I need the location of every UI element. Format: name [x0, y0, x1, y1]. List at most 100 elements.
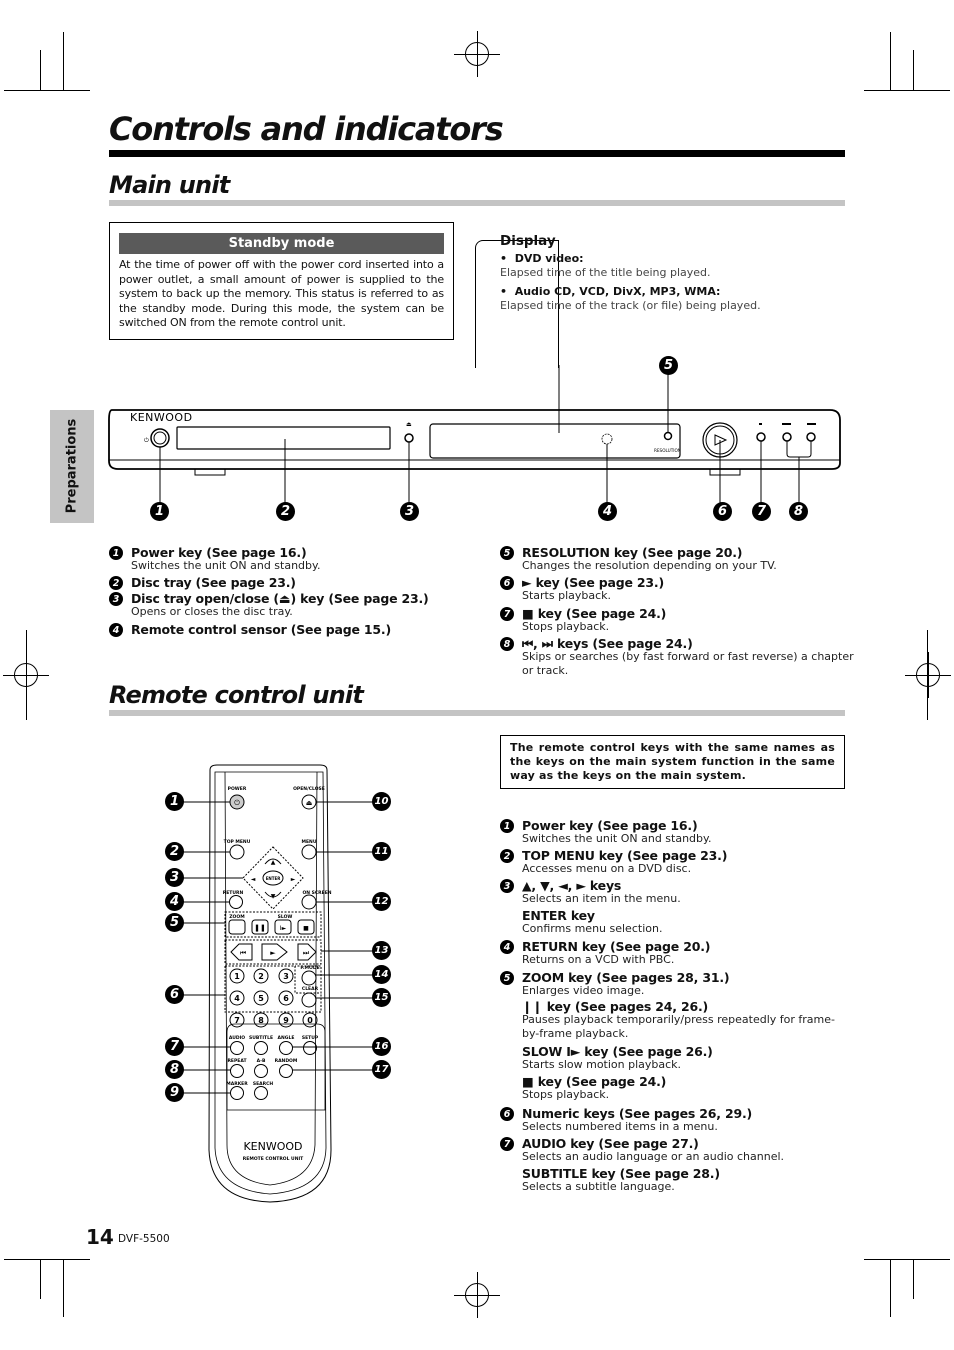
- numeric-key-label: 4: [234, 994, 240, 1003]
- crop-mark: [63, 1259, 64, 1317]
- callout-3: 3: [400, 502, 419, 521]
- eject-icon: ⏏: [406, 421, 412, 428]
- remote-callout-15: 15: [372, 988, 391, 1007]
- label-repeat: REPEAT: [227, 1058, 247, 1064]
- model-number: DVF-5500: [118, 1233, 170, 1245]
- display-title: Display: [500, 233, 556, 249]
- key-name: ❙❙ key (See pages 24, 26.): [522, 999, 709, 1014]
- crop-mark: [864, 1259, 950, 1260]
- display-info: • DVD video: Elapsed time of the title b…: [500, 252, 761, 312]
- crop-mark: [26, 630, 27, 720]
- remote-callout-1: 1: [165, 792, 184, 811]
- label-pmode: P.MODE: [300, 965, 319, 971]
- remote-callout-9: 9: [165, 1083, 184, 1102]
- page-number: 14: [86, 1225, 114, 1249]
- crop-mark: [890, 1259, 891, 1317]
- label-subtitle: SUBTITLE: [249, 1035, 273, 1041]
- open-close-button: [404, 433, 414, 443]
- remote-callout-12: 12: [372, 892, 391, 911]
- display-item-label: • Audio CD, VCD, DivX, MP3, WMA:: [500, 285, 721, 298]
- key-name: Numeric keys (See pages 26, 29.): [522, 1106, 753, 1121]
- remote-callout-13: 13: [372, 941, 391, 960]
- dvd-player-illustration: KENWOOD ⏻ ⏏ RESOLUTION: [108, 365, 841, 503]
- right-arrow-icon: ►: [291, 876, 296, 883]
- remote-callout-16: 16: [372, 1037, 391, 1056]
- stop-button: [756, 432, 766, 442]
- remote-callout-4: 4: [165, 892, 184, 911]
- crop-mark: [40, 1259, 41, 1299]
- key-description: Accesses menu on a DVD disc.: [522, 862, 692, 875]
- callout-6: 6: [713, 502, 732, 521]
- key-description: Selects a subtitle language.: [522, 1180, 675, 1193]
- remote-repeat-button: [230, 1064, 244, 1078]
- label-zoom: ZOOM: [229, 914, 245, 920]
- label-return: RETURN: [223, 890, 244, 896]
- remote-angle-button: [279, 1041, 293, 1055]
- skip-back-icon: ⏮: [240, 949, 246, 957]
- pause-icon: ❚❚: [254, 924, 266, 932]
- item-number: 6: [500, 1107, 514, 1121]
- numeric-key-label: 9: [283, 1016, 289, 1025]
- crop-mark: [4, 1259, 90, 1260]
- numeric-key-label: 7: [234, 1016, 240, 1025]
- label-audio: AUDIO: [229, 1035, 245, 1041]
- crop-mark: [927, 630, 928, 720]
- skip-forward-icon: ⏭: [303, 949, 310, 957]
- key-name: ▲, ▼, ◄, ► keys: [522, 878, 622, 893]
- key-name: Power key (See page 16.): [522, 818, 698, 833]
- key-description: Switches the unit ON and standby.: [522, 832, 712, 845]
- remote-pmode-button: [301, 970, 317, 986]
- remote-callout-17: 17: [372, 1060, 391, 1079]
- crop-mark: [890, 32, 891, 90]
- skip-forward-button: [806, 432, 816, 442]
- section-rule: [109, 200, 845, 206]
- key-name: ZOOM key (See pages 28, 31.): [522, 970, 730, 985]
- remote-subtitle-label: REMOTE CONTROL UNIT: [243, 1156, 304, 1162]
- registration-mark: [454, 1272, 500, 1318]
- callout-2: 2: [276, 502, 295, 521]
- numeric-key-label: 2: [258, 972, 264, 981]
- callout-5: 5: [659, 356, 678, 375]
- skip-back-symbol-icon: [782, 423, 791, 425]
- key-name: AUDIO key (See page 27.): [522, 1136, 699, 1151]
- display-item-label: • DVD video:: [500, 252, 584, 265]
- remote-setup-button: [303, 1041, 317, 1055]
- key-description: Confirms menu selection.: [522, 922, 663, 935]
- key-description: Selects an audio language or an audio ch…: [522, 1150, 785, 1163]
- callout-7: 7: [752, 502, 771, 521]
- remote-zoom-button: [228, 919, 246, 935]
- label-ab: A-B: [257, 1058, 266, 1064]
- remote-search-button: [254, 1086, 268, 1100]
- skip-forward-symbol-icon: [807, 423, 816, 425]
- item-number: 7: [500, 1137, 514, 1151]
- remote-callout-3: 3: [165, 868, 184, 887]
- numeric-key-label: 8: [258, 1016, 264, 1025]
- key-name: ENTER key: [522, 908, 595, 923]
- title-rule: [109, 150, 845, 157]
- label-marker: MARKER: [226, 1081, 248, 1087]
- numeric-key-label: 0: [307, 1016, 313, 1025]
- registration-mark: [454, 31, 500, 77]
- crop-mark: [4, 90, 90, 91]
- remote-ab-button: [254, 1064, 268, 1078]
- power-icon: ⏻: [234, 799, 240, 807]
- label-enter: ENTER: [266, 876, 281, 881]
- label-power: POWER: [228, 786, 247, 792]
- stop-icon: ■: [303, 925, 309, 932]
- label-clear: CLEAR: [302, 986, 319, 992]
- section-heading-remote-control-unit: Remote control unit: [109, 681, 364, 709]
- label-angle: ANGLE: [278, 1035, 295, 1041]
- display-panel: [429, 423, 681, 459]
- numeric-key-label: 3: [283, 972, 289, 981]
- remote-return-button: [229, 895, 243, 909]
- item-number: 4: [500, 940, 514, 954]
- standby-mode-box: Standby mode At the time of power off wi…: [109, 222, 454, 340]
- stop-symbol-icon: [759, 423, 762, 425]
- remote-callout-2: 2: [165, 842, 184, 861]
- numeric-key-label: 6: [283, 994, 289, 1003]
- crop-mark: [913, 1259, 914, 1299]
- remote-marker-button: [230, 1086, 244, 1100]
- key-name: SLOW I► key (See page 26.): [522, 1044, 713, 1059]
- numeric-key-label: 1: [234, 972, 240, 981]
- page-title: Controls and indicators: [109, 110, 504, 148]
